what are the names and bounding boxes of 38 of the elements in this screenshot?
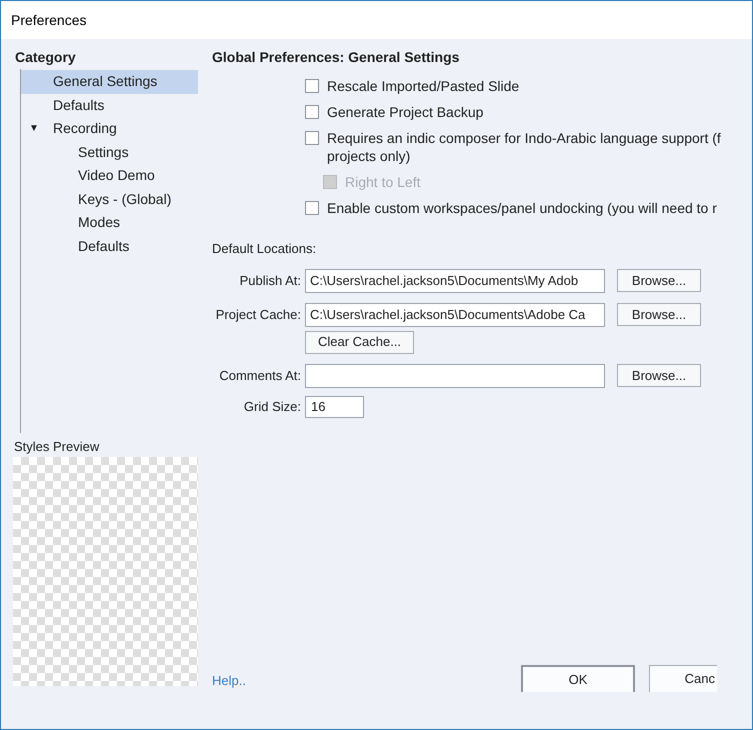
category-item[interactable]: Keys - (Global) (21, 188, 198, 211)
field-label: Publish At: (238, 272, 302, 290)
option-label: Right to Left (345, 173, 420, 191)
path-field[interactable]: C:\Users\rachel.jackson5\Documents\Adobe Ca (305, 302, 605, 326)
checkbox[interactable] (305, 131, 319, 145)
path-field[interactable] (305, 364, 605, 388)
section-heading: Default Locations: (212, 240, 318, 258)
checkbox[interactable] (305, 201, 319, 215)
browse-button[interactable]: Browse... (617, 303, 701, 326)
checkbox[interactable] (305, 105, 319, 119)
help-link[interactable]: Help.. (212, 670, 246, 690)
category-item[interactable]: Defaults (21, 94, 198, 117)
field-label: Project Cache: (214, 306, 302, 324)
panel-title: Global Preferences: General Settings (212, 48, 460, 67)
browse-button[interactable]: Browse... (617, 269, 701, 292)
category-item[interactable]: General Settings (21, 70, 198, 94)
category-heading: Category (15, 48, 77, 67)
cancel-button[interactable]: Canc (649, 665, 717, 692)
expand-toggle[interactable]: ▼ (29, 121, 39, 136)
field-label: Grid Size: (242, 398, 302, 416)
clear-cache-button[interactable]: Clear Cache... (305, 330, 414, 354)
field-label: Comments At: (218, 366, 302, 385)
styles-preview-title: Styles Preview (14, 438, 100, 456)
category-item[interactable]: ▼ Recording (21, 117, 198, 140)
path-field[interactable]: C:\Users\rachel.jackson5\Documents\My Adob (305, 268, 605, 292)
grid-size-field[interactable]: 16 (305, 396, 364, 418)
option-label: Requires an indic composer for Indo-Arabic language support (f projects only) (327, 129, 721, 165)
option-label: Enable custom workspaces/panel undocking (you will need to r (327, 199, 717, 217)
category-item[interactable]: Settings (21, 140, 198, 164)
option-label: Rescale Imported/Pasted Slide (327, 77, 520, 95)
category-item[interactable]: Video Demo (21, 164, 198, 188)
ok-button[interactable]: OK (521, 665, 635, 692)
checkbox[interactable] (305, 79, 319, 93)
browse-button[interactable]: Browse... (617, 364, 701, 387)
category-item[interactable]: Modes (21, 211, 198, 234)
category-item[interactable]: Defaults (21, 234, 198, 258)
window-title: Preferences (11, 10, 86, 30)
option-label: Generate Project Backup (327, 103, 484, 121)
